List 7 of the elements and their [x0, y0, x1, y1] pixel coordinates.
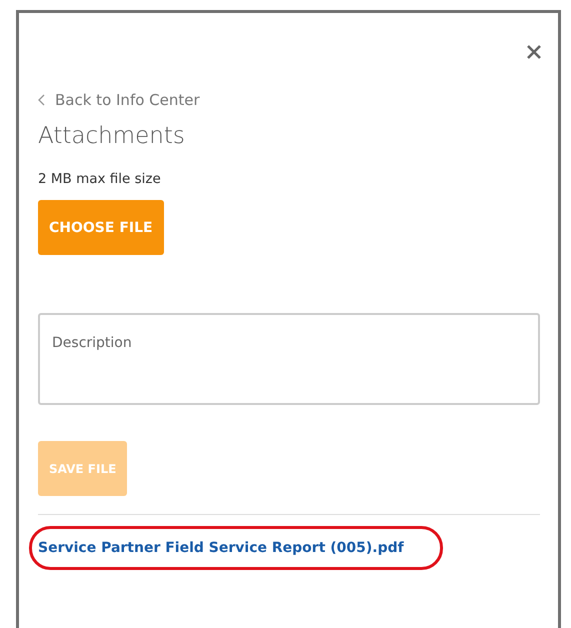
- close-button[interactable]: [525, 43, 543, 61]
- page-title: Attachments: [38, 123, 186, 149]
- close-icon: [527, 45, 541, 59]
- choose-file-button[interactable]: CHOOSE FILE: [38, 200, 164, 255]
- max-size-note: 2 MB max file size: [38, 171, 162, 187]
- description-field[interactable]: Description: [38, 313, 540, 405]
- chevron-left-icon: [38, 94, 45, 106]
